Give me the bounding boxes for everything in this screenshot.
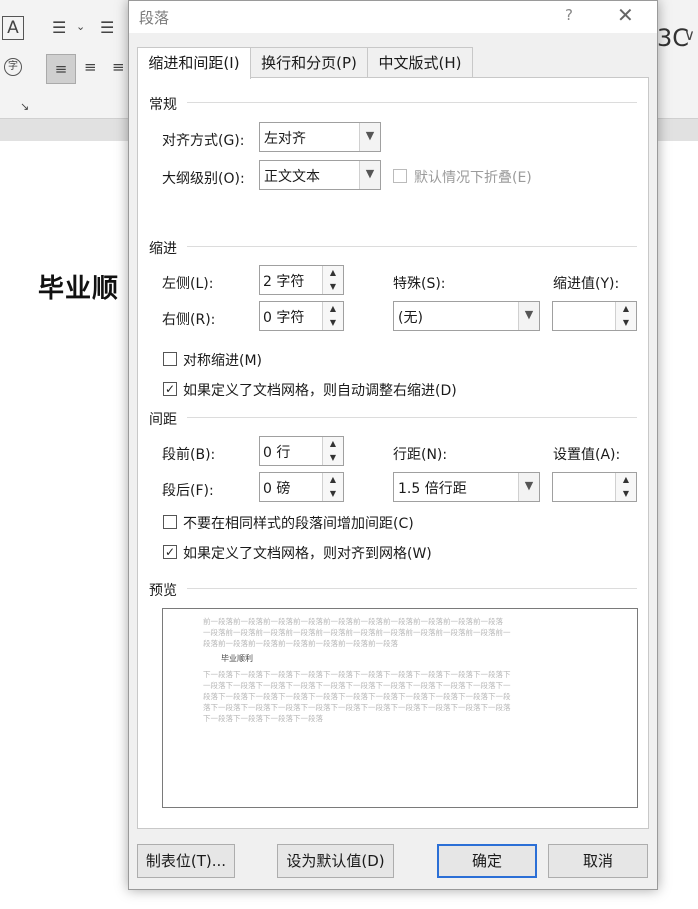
divider	[187, 102, 637, 103]
spin-down-icon[interactable]: ▼	[323, 451, 343, 465]
spin-up-icon[interactable]: ▲	[323, 437, 343, 452]
section-indent-heading: 缩进	[149, 241, 177, 257]
line-spacing-label: 行距(N):	[393, 447, 448, 463]
spacing-after-spinner[interactable]: 0 磅 ▲ ▼	[259, 472, 344, 502]
spin-down-icon[interactable]: ▼	[616, 316, 636, 330]
alignment-label: 对齐方式(G):	[162, 133, 245, 149]
dialog-title: 段落	[139, 9, 170, 27]
chevron-down-icon[interactable]: ▼	[359, 123, 380, 151]
phonetic-guide-icon[interactable]: 字	[4, 58, 22, 76]
numbering-icon[interactable]: ☰	[100, 18, 114, 37]
alignment-select[interactable]: 左对齐 ▼	[259, 122, 381, 152]
special-indent-label: 特殊(S):	[393, 276, 446, 292]
dialog-titlebar[interactable]: 段落 ? ✕	[129, 1, 657, 33]
divider	[187, 417, 637, 418]
section-spacing-heading: 间距	[149, 412, 177, 428]
paragraph-launcher-icon[interactable]: ↘	[20, 100, 29, 113]
help-icon[interactable]: ?	[565, 6, 573, 24]
indent-left-value: 2 字符	[263, 274, 305, 290]
spin-up-icon[interactable]: ▲	[323, 473, 343, 488]
chevron-down-icon[interactable]: ▼	[518, 473, 539, 501]
spin-down-icon[interactable]: ▼	[323, 487, 343, 501]
outline-level-select[interactable]: 正文文本 ▼	[259, 160, 381, 190]
spin-up-icon[interactable]: ▲	[323, 302, 343, 317]
cancel-button[interactable]: 取消	[548, 844, 648, 878]
spacing-before-value: 0 行	[263, 445, 291, 461]
preview-next-line: 下一段落下一段落下一段落下一段落下一段落下一段落下一段落下一段落下一段落下一段落…	[203, 670, 511, 679]
preview-next-line: 落下一段落下一段落下一段落下一段落下一段落下一段落下一段落下一段落下一段落下一段…	[203, 703, 511, 712]
chevron-down-icon[interactable]: ⌄	[76, 20, 85, 33]
indent-by-spinner[interactable]: ▲ ▼	[552, 301, 637, 331]
spin-up-icon[interactable]: ▲	[323, 266, 343, 281]
section-general-heading: 常规	[149, 97, 177, 113]
paragraph-dialog: 段落 ? ✕ 缩进和间距(I) 换行和分页(P) 中文版式(H) 常规 对齐方式…	[128, 0, 658, 890]
ok-button[interactable]: 确定	[437, 844, 537, 878]
preview-next-line: 下一段落下一段落下一段落下一段落	[203, 714, 323, 723]
font-color-icon[interactable]: A	[2, 16, 24, 40]
indent-right-spinner[interactable]: 0 字符 ▲ ▼	[259, 301, 344, 331]
tab-asian-typography[interactable]: 中文版式(H)	[367, 47, 473, 78]
auto-adjust-right-indent-checkbox[interactable]: ✓	[163, 382, 177, 396]
spacing-at-label: 设置值(A):	[553, 447, 621, 463]
snap-to-grid-label: 如果定义了文档网格，则对齐到网格(W)	[183, 546, 432, 562]
align-right-icon[interactable]: ≡	[112, 58, 125, 76]
divider	[187, 246, 637, 247]
spin-up-icon[interactable]: ▲	[616, 473, 636, 488]
mirror-indents-checkbox[interactable]	[163, 352, 177, 366]
align-center-icon[interactable]: ≡	[84, 58, 97, 76]
mirror-indents-label: 对称缩进(M)	[183, 353, 263, 369]
collapse-by-default-checkbox[interactable]	[393, 169, 407, 183]
outline-level-value: 正文文本	[264, 169, 320, 185]
spin-down-icon[interactable]: ▼	[616, 487, 636, 501]
close-icon[interactable]: ✕	[617, 3, 634, 27]
collapse-by-default-label: 默认情况下折叠(E)	[414, 170, 532, 186]
indent-right-value: 0 字符	[263, 310, 305, 326]
spin-down-icon[interactable]: ▼	[323, 316, 343, 330]
snap-to-grid-checkbox[interactable]: ✓	[163, 545, 177, 559]
chevron-down-icon[interactable]: ▼	[359, 161, 380, 189]
preview-next-line: 一段落下一段落下一段落下一段落下一段落下一段落下一段落下一段落下一段落下一段落下…	[203, 681, 511, 690]
section-preview-heading: 预览	[149, 583, 177, 599]
special-indent-value: (无)	[398, 310, 423, 326]
collapse-ribbon-icon[interactable]: ∨	[684, 26, 695, 44]
line-spacing-value: 1.5 倍行距	[398, 481, 467, 497]
spacing-after-value: 0 磅	[263, 481, 291, 497]
spacing-before-spinner[interactable]: 0 行 ▲ ▼	[259, 436, 344, 466]
tab-line-and-page-breaks[interactable]: 换行和分页(P)	[250, 47, 368, 78]
preview-previous-line: 一段落前一段落前一段落前一段落前一段落前一段落前一段落前一段落前一段落前一段落前…	[203, 628, 511, 637]
spin-up-icon[interactable]: ▲	[616, 302, 636, 317]
outline-level-label: 大纲级别(O):	[162, 171, 245, 187]
preview-current-paragraph: 毕业顺利	[221, 654, 253, 663]
spacing-before-label: 段前(B):	[162, 447, 216, 463]
alignment-value: 左对齐	[264, 131, 306, 147]
auto-adjust-right-indent-label: 如果定义了文档网格，则自动调整右缩进(D)	[183, 383, 457, 399]
tab-indents-and-spacing[interactable]: 缩进和间距(I)	[137, 47, 251, 79]
chevron-down-icon[interactable]: ▼	[518, 302, 539, 330]
indent-by-label: 缩进值(Y):	[553, 276, 620, 292]
indent-right-label: 右侧(R):	[162, 312, 216, 328]
bullets-icon[interactable]: ☰	[52, 18, 66, 37]
tabs-button[interactable]: 制表位(T)...	[137, 844, 235, 878]
indent-left-spinner[interactable]: 2 字符 ▲ ▼	[259, 265, 344, 295]
spacing-after-label: 段后(F):	[162, 483, 214, 499]
spin-down-icon[interactable]: ▼	[323, 280, 343, 294]
no-space-same-style-checkbox[interactable]	[163, 515, 177, 529]
special-indent-select[interactable]: (无) ▼	[393, 301, 540, 331]
document-heading: 毕业顺	[38, 274, 120, 304]
no-space-same-style-label: 不要在相同样式的段落间增加间距(C)	[183, 516, 414, 532]
divider	[187, 588, 637, 589]
align-left-icon[interactable]: ≡	[46, 54, 76, 84]
indent-left-label: 左侧(L):	[162, 276, 214, 292]
preview-previous-line: 前一段落前一段落前一段落前一段落前一段落前一段落前一段落前一段落前一段落前一段落	[203, 617, 503, 626]
paragraph-preview: 前一段落前一段落前一段落前一段落前一段落前一段落前一段落前一段落前一段落前一段落…	[162, 608, 638, 808]
spacing-at-spinner[interactable]: ▲ ▼	[552, 472, 637, 502]
preview-previous-line: 段落前一段落前一段落前一段落前一段落前一段落前一段落	[203, 639, 398, 648]
preview-next-line: 段落下一段落下一段落下一段落下一段落下一段落下一段落下一段落下一段落下一段落下一…	[203, 692, 511, 701]
line-spacing-select[interactable]: 1.5 倍行距 ▼	[393, 472, 540, 502]
set-as-default-button[interactable]: 设为默认值(D)	[277, 844, 394, 878]
